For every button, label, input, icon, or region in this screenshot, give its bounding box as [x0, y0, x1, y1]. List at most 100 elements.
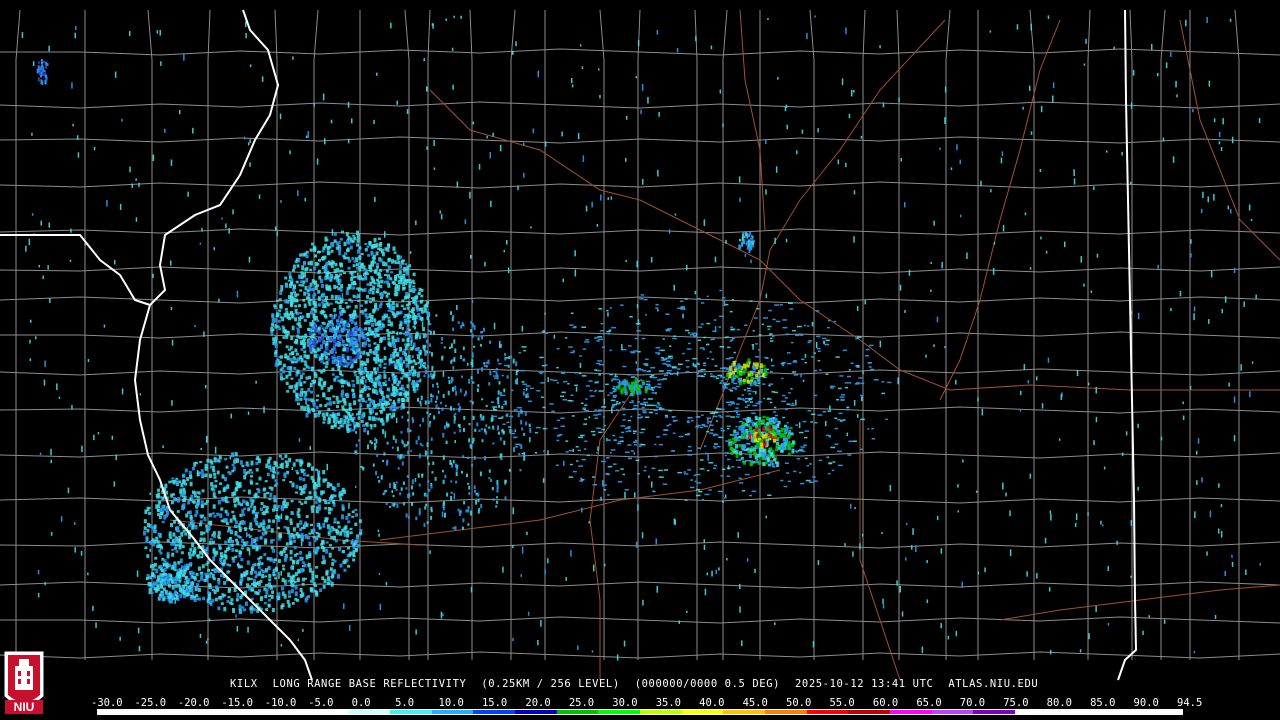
echo-pixel — [635, 541, 638, 548]
echo-pixel — [347, 242, 351, 245]
echo-pixel — [284, 583, 287, 586]
echo-pixel — [376, 367, 379, 372]
echo-pixel — [896, 580, 898, 586]
echo-pixel — [480, 503, 483, 509]
echo-pixel — [234, 555, 238, 559]
echo-pixel — [217, 580, 221, 585]
echo-pixel — [477, 369, 479, 374]
echo-pixel — [485, 365, 488, 368]
echo-pixel — [430, 484, 433, 489]
echo-pixel — [293, 539, 296, 543]
echo-pixel — [695, 426, 699, 428]
echo-pixel — [364, 313, 368, 318]
echo-pixel — [853, 90, 855, 93]
echo-pixel — [594, 409, 598, 411]
echo-pixel — [756, 385, 760, 387]
echo-pixel — [334, 295, 338, 300]
echo-pixel — [313, 379, 316, 384]
echo-pixel — [148, 587, 152, 591]
echo-pixel — [410, 382, 413, 386]
echo-pixel — [727, 427, 730, 430]
echo-pixel — [360, 363, 364, 367]
echo-pixel — [658, 443, 663, 446]
echo-pixel — [286, 600, 290, 604]
echo-pixel — [280, 287, 284, 292]
echo-pixel — [274, 349, 278, 354]
echo-pixel — [341, 490, 345, 493]
echo-pixel — [271, 474, 275, 479]
echo-pixel — [882, 604, 885, 609]
echo-pixel — [229, 601, 233, 605]
echo-pixel — [726, 475, 730, 477]
echo-pixel — [289, 566, 293, 569]
echo-pixel — [286, 470, 290, 475]
echo-pixel — [379, 276, 383, 279]
echo-pixel — [542, 406, 546, 409]
echo-pixel — [288, 295, 291, 300]
echo-pixel — [352, 314, 355, 319]
echo-pixel — [392, 390, 396, 394]
echo-pixel — [597, 410, 601, 412]
echo-pixel — [251, 588, 255, 592]
echo-pixel — [1222, 118, 1224, 125]
echo-pixel — [612, 396, 617, 398]
echo-pixel — [608, 329, 612, 331]
echo-pixel — [580, 477, 583, 480]
echo-pixel — [452, 386, 454, 392]
echo-pixel — [775, 429, 779, 433]
echo-pixel — [481, 367, 484, 372]
echo-pixel — [462, 455, 465, 458]
echo-pixel — [383, 362, 387, 366]
echo-pixel — [391, 301, 395, 306]
echo-pixel — [607, 394, 610, 396]
echo-pixel — [380, 417, 384, 423]
echo-pixel — [401, 338, 405, 342]
echo-pixel — [643, 298, 648, 301]
echo-pixel — [260, 502, 264, 506]
echo-pixel — [697, 363, 700, 365]
echo-pixel — [331, 229, 334, 236]
echo-pixel — [191, 571, 195, 576]
echo-pixel — [304, 577, 307, 580]
echo-pixel — [395, 392, 399, 396]
echo-pixel — [468, 485, 471, 490]
echo-pixel — [506, 413, 509, 417]
echo-pixel — [378, 398, 382, 404]
echo-pixel — [276, 471, 280, 475]
echo-pixel — [305, 413, 309, 418]
echo-pixel — [380, 296, 383, 300]
echo-pixel — [825, 373, 829, 375]
echo-pixel — [356, 238, 360, 243]
echo-pixel — [106, 199, 108, 207]
echo-pixel — [168, 583, 171, 588]
echo-pixel — [529, 387, 534, 390]
echo-pixel — [209, 459, 213, 463]
echo-pixel — [349, 358, 353, 363]
echo-pixel — [698, 326, 703, 328]
echo-pixel — [452, 366, 455, 370]
echo-pixel — [333, 308, 337, 312]
echo-pixel — [573, 326, 577, 328]
echo-pixel — [704, 493, 710, 496]
echo-pixel — [257, 562, 261, 567]
echo-pixel — [234, 538, 238, 542]
echo-pixel — [384, 247, 388, 251]
echo-pixel — [421, 444, 424, 447]
echo-pixel — [575, 446, 579, 448]
echo-pixel — [291, 583, 295, 588]
echo-pixel — [477, 337, 480, 341]
echo-pixel — [808, 340, 812, 342]
echo-pixel — [173, 520, 176, 524]
echo-pixel — [257, 566, 261, 569]
echo-pixel — [301, 265, 305, 271]
echo-pixel — [357, 299, 361, 302]
echo-pixel — [341, 504, 345, 508]
echo-pixel — [300, 469, 304, 474]
echo-pixel — [616, 442, 622, 445]
echo-pixel — [170, 500, 174, 505]
county-line — [1087, 9, 1091, 660]
echo-pixel — [784, 462, 789, 464]
echo-pixel — [774, 414, 779, 417]
echo-pixel — [316, 354, 320, 357]
echo-pixel — [750, 379, 754, 382]
